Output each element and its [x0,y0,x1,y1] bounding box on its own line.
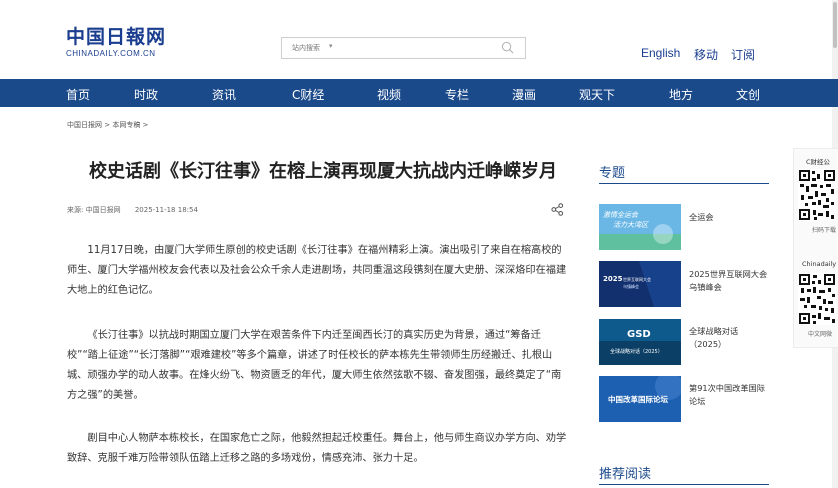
svg-text:激情全运会: 激情全运会 [603,211,639,219]
svg-text:中国改革国际论坛: 中国改革国际论坛 [608,394,668,404]
main-nav: 首页 时政 资讯 C财经 视频 专栏 漫画 观天下 地方 文创 [0,79,838,107]
article-date: 2025-11-18 18:54 [134,206,198,214]
chevron-down-icon[interactable]: ▾ [329,42,333,50]
nav-item-local[interactable]: 地方 [669,86,693,103]
article-title: 校史话剧《长汀往事》在榕上演再现厦大抗战内迁峥嵘岁月 [89,161,557,182]
topics-heading: 专题 [599,166,626,181]
logo-domain: CHINADAILY.COM.CN [66,49,156,58]
nav-item-culture[interactable]: 文创 [736,86,760,103]
mobile-link[interactable]: 移动 [694,46,718,63]
chinadaily-logo[interactable]: 中国日報网 CHINADAILY.COM.CN [66,26,166,62]
search-box[interactable]: 站内搜索 ▾ [281,37,526,59]
nav-item-politics[interactable]: 时政 [134,86,158,103]
svg-text:活力大湾区: 活力大湾区 [613,221,649,229]
topic-label[interactable]: 全球战略对话（2025） [689,325,771,351]
topic-thumbnail[interactable]: GSD 全球战略对话（2025） [599,319,681,365]
article-meta: 来源: 中国日报网 2025-11-18 18:54 [67,205,198,215]
topic-thumbnail[interactable]: 2025 世界互联网大会 乌镇峰会 [599,261,681,307]
recommend-heading: 推荐阅读 [599,467,652,482]
c-finance-caption: C财经公 [806,158,831,166]
article-paragraph: 剧目中心人物萨本栋校长，在国家危亡之际，他毅然担起迁校重任。舞台上，他与师生商议… [67,433,567,464]
topic-label[interactable]: 2025世界互联网大会乌镇峰会 [689,268,771,294]
article-paragraph: 11月17日晚，由厦门大学师生原创的校史话剧《长汀往事》在福州精彩上演。演出吸引… [67,245,567,296]
subscribe-link[interactable]: 订阅 [731,46,755,63]
topics-divider [599,183,769,184]
topic-item[interactable]: 激情全运会 活力大湾区 全运会 [599,204,769,250]
nav-item-video[interactable]: 视频 [377,86,401,103]
svg-text:GSD: GSD [627,329,651,340]
qr-panel: C财经公 扫码下载 Chinadaily 中文网微 [793,148,838,348]
topic-item[interactable]: 中国改革国际论坛 第91次中国改革国际论坛 [599,376,769,422]
search-icon[interactable] [501,41,514,54]
nav-item-news[interactable]: 资讯 [212,86,236,103]
topic-thumbnail[interactable]: 激情全运会 活力大湾区 [599,204,681,250]
svg-text:世界互联网大会: 世界互联网大会 [623,276,651,282]
share-icon[interactable] [551,203,564,216]
svg-text:全球战略对话（2025）: 全球战略对话（2025） [610,348,663,355]
chinadaily-qr-code[interactable] [798,273,836,325]
topic-item[interactable]: GSD 全球战略对话（2025） 全球战略对话（2025） [599,319,769,365]
nav-item-finance[interactable]: C财经 [292,86,324,103]
topic-label[interactable]: 第91次中国改革国际论坛 [689,382,771,408]
article-source: 来源: 中国日报网 [67,206,121,214]
scrollbar-thumb[interactable] [833,2,837,48]
logo-text: 中国日報网 [66,26,167,48]
english-link[interactable]: English [641,46,680,60]
nav-item-column[interactable]: 专栏 [445,86,469,103]
recommend-divider [599,484,769,485]
topic-item[interactable]: 2025 世界互联网大会 乌镇峰会 2025世界互联网大会乌镇峰会 [599,261,769,307]
chinadaily-caption: Chinadaily [802,260,837,268]
search-input[interactable] [342,40,492,56]
nav-item-world[interactable]: 观天下 [579,86,615,103]
c-finance-qr-code[interactable] [798,169,836,221]
breadcrumb[interactable]: 中国日报网 > 本网专稿 > [67,120,148,130]
c-finance-sub: 扫码下载 [812,227,837,234]
topic-thumbnail[interactable]: 中国改革国际论坛 [599,376,681,422]
topic-label[interactable]: 全运会 [689,211,771,224]
nav-item-cartoon[interactable]: 漫画 [512,86,536,103]
nav-item-home[interactable]: 首页 [66,86,90,103]
svg-text:2025: 2025 [603,275,623,283]
search-scope-select[interactable]: 站内搜索 [292,43,320,53]
svg-text:乌镇峰会: 乌镇峰会 [623,283,639,289]
article-paragraph: 《长汀往事》以抗战时期国立厦门大学在艰苦条件下内迁至闽西长汀的真实历史为背景，通… [67,330,562,401]
chinadaily-sub: 中文网微 [808,331,833,338]
